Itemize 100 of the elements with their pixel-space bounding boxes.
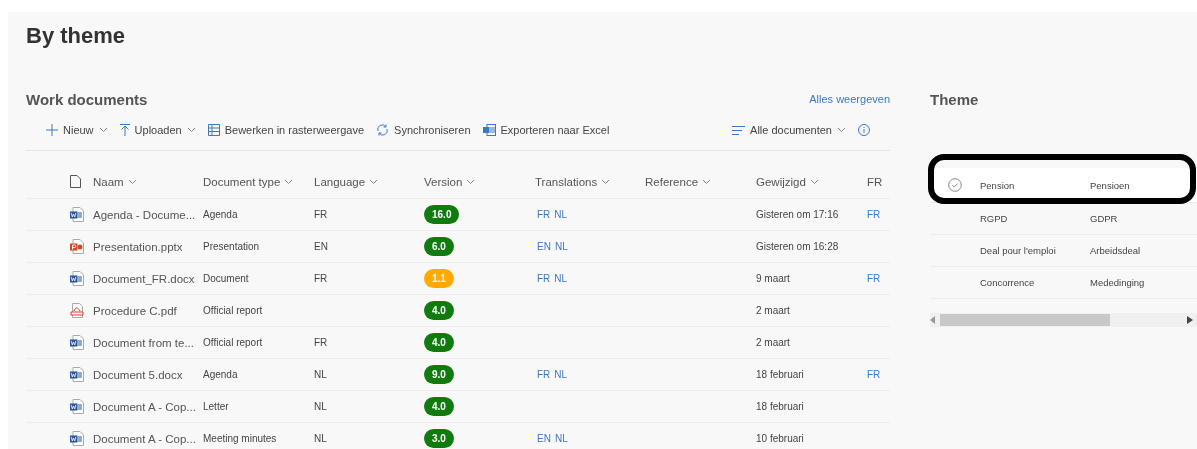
- chevron-down-icon: [186, 127, 196, 133]
- word-file-icon: [70, 271, 84, 286]
- chevron-down-icon: [809, 178, 819, 185]
- translation-link[interactable]: NL: [554, 209, 568, 220]
- language-link[interactable]: FR: [867, 369, 900, 380]
- table-cell-text: 2 maart: [756, 305, 791, 316]
- powerpoint-file-icon: [70, 239, 84, 254]
- column-header[interactable]: Reference: [645, 175, 756, 188]
- section-title: Work documents: [26, 90, 148, 108]
- translation-link[interactable]: NL: [554, 241, 568, 252]
- plus-icon: [46, 124, 58, 136]
- toolbar-button[interactable]: Nieuw: [46, 124, 108, 136]
- version-badge: 4.0: [424, 301, 454, 320]
- toolbar-button[interactable]: Bewerken in rasterweergave: [207, 124, 365, 136]
- chevron-down-icon: [98, 127, 108, 133]
- table-cell-text: Letter: [203, 401, 230, 412]
- table-cell-text: 2 maart: [756, 337, 791, 348]
- file-name[interactable]: Document A - Cop...: [93, 432, 203, 445]
- left-arrow-icon[interactable]: [930, 316, 936, 324]
- version-badge: 1.1: [424, 269, 454, 288]
- table-cell-text: FR: [314, 273, 329, 284]
- file-name[interactable]: Agenda - Docume...: [93, 208, 203, 221]
- word-file-icon: [70, 335, 84, 350]
- chevron-down-icon: [127, 178, 137, 185]
- table-cell-text: NL: [314, 369, 328, 380]
- file-name[interactable]: Presentation.pptx: [93, 240, 203, 253]
- translation-link[interactable]: NL: [554, 433, 568, 444]
- file-type-icon: [70, 175, 81, 188]
- view-dropdown[interactable]: Alle documenten: [732, 124, 846, 136]
- toolbar-button[interactable]: Uploaden: [119, 124, 196, 136]
- column-header[interactable]: FR: [867, 175, 900, 188]
- table-cell-text: EN: [314, 241, 329, 252]
- right-arrow-icon[interactable]: [1187, 316, 1193, 324]
- file-name[interactable]: Document 5.docx: [93, 368, 203, 381]
- chevron-down-icon: [837, 127, 846, 133]
- translation-link[interactable]: EN: [537, 241, 551, 252]
- table-cell-text: 18 februari: [756, 401, 805, 412]
- page-title: By theme: [26, 22, 127, 50]
- table-cell-text: 9 maart: [756, 273, 791, 284]
- table-cell-text: Official report: [203, 305, 264, 316]
- check-circle-icon[interactable]: [948, 178, 962, 192]
- file-name[interactable]: Procedure C.pdf: [93, 304, 203, 317]
- translation-link[interactable]: FR: [537, 273, 551, 284]
- translation-link[interactable]: FR: [537, 209, 551, 220]
- column-header[interactable]: Language: [314, 175, 424, 188]
- scrollbar[interactable]: [930, 313, 1197, 327]
- column-header[interactable]: Gewijzigd: [756, 175, 867, 188]
- table-cell-text: Presentation: [203, 241, 261, 252]
- version-badge: 16.0: [424, 205, 460, 224]
- list-icon: [732, 125, 746, 135]
- column-header[interactable]: Version: [424, 175, 535, 188]
- section-title: Theme: [930, 90, 979, 108]
- see-all-link[interactable]: Alles weergeven: [809, 93, 890, 105]
- table-cell-text: FR: [314, 337, 329, 348]
- file-name[interactable]: Document from te...: [93, 336, 203, 349]
- table-cell-text: Deal pour l'emploi: [980, 245, 1057, 256]
- column-header[interactable]: Document type: [203, 175, 314, 188]
- table-cell-text: Agenda: [203, 209, 239, 220]
- table-cell-text: GDPR: [1090, 213, 1119, 224]
- table-cell-text: Official report: [203, 337, 264, 348]
- version-badge: 4.0: [424, 397, 454, 416]
- column-header[interactable]: Translations: [535, 175, 645, 188]
- table-cell-text: FR: [314, 209, 329, 220]
- file-name[interactable]: Document A - Cop...: [93, 400, 203, 413]
- chevron-down-icon: [601, 178, 611, 185]
- toolbar-button[interactable]: Synchroniseren: [376, 124, 471, 136]
- table-cell-text: Concorrence: [980, 277, 1036, 288]
- word-file-icon: [70, 431, 84, 446]
- grid-icon: [207, 124, 220, 136]
- table-cell-text: Document: [203, 273, 250, 284]
- version-badge: 6.0: [424, 237, 454, 256]
- translation-link[interactable]: NL: [554, 273, 568, 284]
- table-cell-text: Arbeidsdeal: [1090, 245, 1142, 256]
- table-cell-text: 10 februari: [756, 433, 805, 444]
- spreadsheet-icon: [482, 124, 496, 136]
- theme-row[interactable]: Concorrence Mededinging: [930, 267, 1197, 299]
- file-name[interactable]: Document_FR.docx: [93, 272, 203, 285]
- theme-row[interactable]: Deal pour l'emploi Arbeidsdeal: [930, 235, 1197, 267]
- chevron-down-icon: [466, 178, 476, 185]
- word-file-icon: [70, 399, 84, 414]
- table-cell-text: Gisteren om 16:28: [756, 241, 840, 252]
- table-cell-text: Gisteren om 17:16: [756, 209, 840, 220]
- upload-icon: [119, 124, 130, 136]
- table-cell-text: NL: [314, 433, 328, 444]
- table-cell-text: Meeting minutes: [203, 433, 278, 444]
- theme-row[interactable]: RGPD GDPR: [930, 203, 1197, 235]
- language-link[interactable]: FR: [867, 209, 900, 220]
- column-header[interactable]: Naam: [93, 175, 203, 188]
- sync-icon: [376, 124, 390, 136]
- pdf-file-icon: [70, 303, 84, 318]
- word-file-icon: [70, 367, 84, 382]
- version-badge: 9.0: [424, 365, 454, 384]
- translation-link[interactable]: NL: [554, 369, 568, 380]
- toolbar-button[interactable]: Exporteren naar Excel: [482, 124, 610, 136]
- translation-link[interactable]: FR: [537, 369, 551, 380]
- translation-link[interactable]: EN: [537, 433, 551, 444]
- table-cell-text: Mededinging: [1090, 277, 1146, 288]
- language-link[interactable]: FR: [867, 273, 900, 284]
- info-icon[interactable]: [858, 124, 870, 136]
- version-badge: 3.0: [424, 429, 454, 448]
